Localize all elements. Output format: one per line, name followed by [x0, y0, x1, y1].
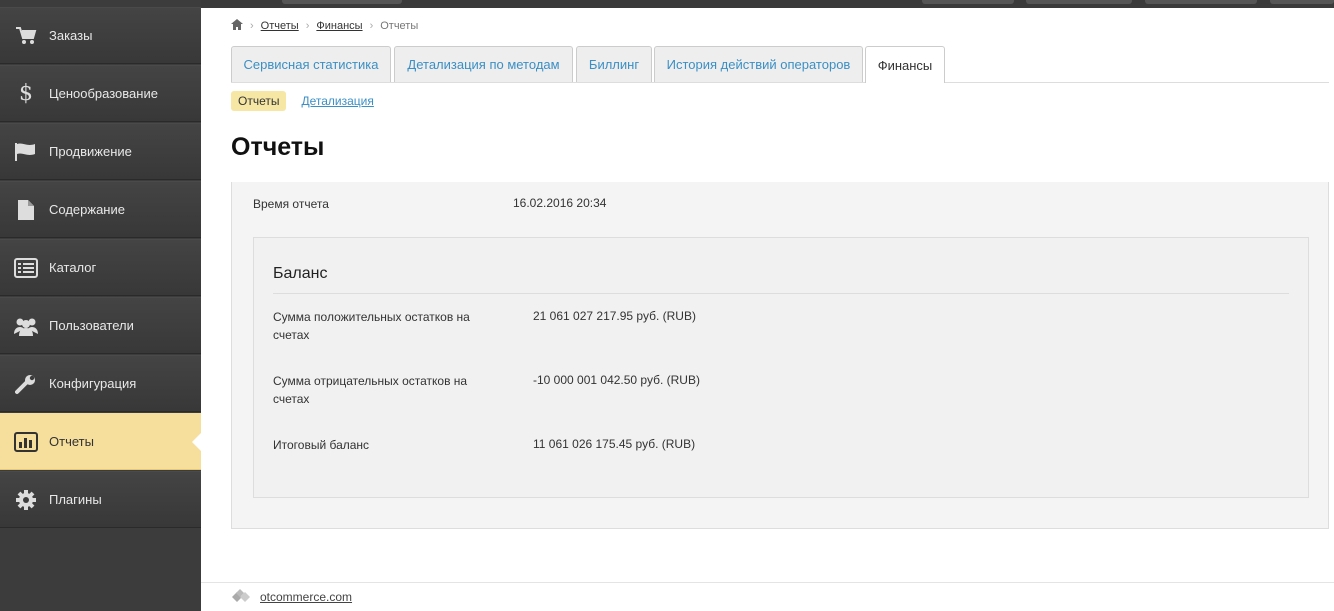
tab-service-statistics[interactable]: Сервисная статистика — [231, 46, 391, 82]
sidebar-item-orders[interactable]: Заказы — [0, 7, 201, 64]
footer-link-otcommerce[interactable]: otcommerce.com — [260, 590, 352, 604]
sidebar-item-reports[interactable]: Отчеты — [0, 413, 202, 470]
tab-method-details[interactable]: Детализация по методам — [394, 46, 573, 82]
footer: otcommerce.com — [201, 582, 1334, 611]
top-bar-button[interactable] — [1026, 0, 1132, 4]
tab-finance[interactable]: Финансы — [865, 46, 945, 83]
breadcrumb-link-finance[interactable]: Финансы — [316, 20, 362, 32]
sidebar-item-label: Конфигурация — [49, 376, 137, 391]
negative-balance-value: -10 000 001 042.50 руб. (RUB) — [533, 373, 700, 387]
sidebar-item-promotion[interactable]: Продвижение — [0, 123, 201, 180]
positive-balance-label: Сумма положительных остатков на счетах — [273, 310, 470, 342]
positive-balance-value: 21 061 027 217.95 руб. (RUB) — [533, 309, 696, 323]
sidebar-item-label: Продвижение — [49, 144, 132, 159]
subnav-active-reports[interactable]: Отчеты — [231, 91, 287, 111]
wrench-icon — [13, 371, 39, 397]
report-time-value: 16.02.2016 20:34 — [513, 196, 607, 210]
tab-operator-history[interactable]: История действий операторов — [654, 46, 863, 82]
sub-navigation: Отчеты Детализация — [231, 91, 374, 111]
total-balance-value: 11 061 026 175.45 руб. (RUB) — [533, 437, 696, 451]
breadcrumb-separator: › — [305, 20, 310, 32]
negative-balance-label: Сумма отрицательных остатков на счетах — [273, 374, 468, 406]
sidebar-item-catalog[interactable]: Каталог — [0, 239, 201, 296]
breadcrumb-separator: › — [250, 20, 254, 32]
total-balance-label: Итоговый баланс — [273, 438, 370, 452]
sidebar: Заказы $ Ценообразование Продвижение Сод… — [0, 0, 202, 611]
sidebar-item-label: Отчеты — [49, 434, 94, 449]
breadcrumb-link-reports[interactable]: Отчеты — [261, 20, 299, 32]
sidebar-item-users[interactable]: Пользователи — [0, 297, 201, 354]
top-bar-button[interactable] — [1145, 0, 1257, 4]
bar-chart-icon — [13, 429, 39, 455]
divider — [273, 293, 1289, 294]
document-icon — [13, 197, 39, 223]
sidebar-item-label: Плагины — [49, 492, 102, 507]
flag-icon — [13, 139, 39, 165]
tab-billing[interactable]: Биллинг — [576, 46, 652, 82]
otcommerce-logo-icon — [232, 589, 252, 605]
sidebar-item-configuration[interactable]: Конфигурация — [0, 355, 201, 412]
list-icon — [13, 255, 39, 281]
users-icon — [13, 313, 39, 339]
top-bar-button[interactable] — [922, 0, 1014, 4]
top-bar-button[interactable] — [1270, 0, 1334, 4]
report-time-label: Время отчета — [253, 197, 329, 211]
balance-title: Баланс — [273, 265, 328, 282]
tab-bar: Сервисная статистика Детализация по мето… — [231, 46, 1329, 83]
dollar-icon: $ — [19, 81, 33, 106]
home-icon[interactable] — [231, 19, 243, 33]
breadcrumb-current: Отчеты — [380, 20, 419, 32]
page-title: Отчеты — [231, 133, 325, 161]
balance-section: Баланс Сумма положительных остатков на с… — [253, 237, 1309, 498]
sidebar-item-label: Ценообразование — [49, 86, 158, 101]
breadcrumb-separator: › — [369, 20, 374, 32]
gear-icon — [13, 487, 39, 513]
sidebar-item-label: Заказы — [49, 28, 93, 43]
sidebar-item-label: Содержание — [49, 202, 125, 217]
sidebar-item-pricing[interactable]: $ Ценообразование — [0, 65, 201, 122]
sidebar-item-label: Каталог — [49, 260, 97, 275]
sidebar-item-content[interactable]: Содержание — [0, 181, 201, 238]
sidebar-item-plugins[interactable]: Плагины — [0, 471, 201, 528]
top-bar-button[interactable] — [282, 0, 402, 4]
report-panel: Время отчета 16.02.2016 20:34 Баланс Сум… — [231, 182, 1329, 529]
subnav-link-details[interactable]: Детализация — [301, 94, 373, 108]
sidebar-item-label: Пользователи — [49, 318, 134, 333]
breadcrumb: › Отчеты › Финансы › Отчеты — [231, 19, 418, 33]
cart-icon — [13, 23, 39, 49]
